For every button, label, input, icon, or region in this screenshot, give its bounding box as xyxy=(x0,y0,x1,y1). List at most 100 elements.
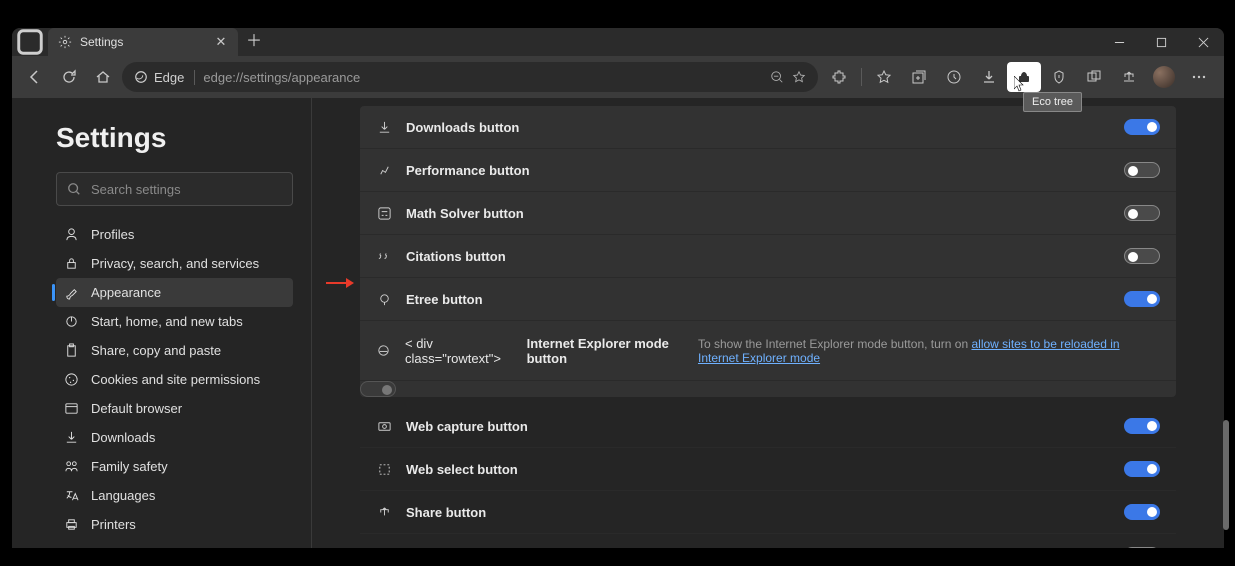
row-web-select-button: Web select button xyxy=(360,448,1176,491)
row-label: Performance button xyxy=(406,163,530,178)
sidebar-item-printers[interactable]: Printers xyxy=(56,510,293,539)
titlebar: Settings ✕ ＋ xyxy=(12,28,1224,56)
row-performance-button: Performance button xyxy=(360,149,1176,192)
share-button[interactable] xyxy=(1112,62,1146,92)
edge-icon xyxy=(134,70,148,84)
toggle-web-select[interactable] xyxy=(1124,461,1160,477)
window-close-button[interactable] xyxy=(1182,28,1224,56)
scrollbar[interactable] xyxy=(1223,90,1231,558)
sidebar-item-default-browser[interactable]: Default browser xyxy=(56,394,293,423)
download-icon xyxy=(64,430,79,445)
tree-icon xyxy=(376,292,392,307)
brush-icon xyxy=(64,285,79,300)
row-label: Web select button xyxy=(406,462,518,477)
system-icon xyxy=(64,546,79,548)
sidebar-item-family[interactable]: Family safety xyxy=(56,452,293,481)
home-button[interactable] xyxy=(88,62,118,92)
row-etree-button: Etree button xyxy=(360,278,1176,321)
toggle-share[interactable] xyxy=(1124,504,1160,520)
scrollbar-thumb[interactable] xyxy=(1223,420,1229,530)
browser-tab[interactable]: Settings ✕ xyxy=(48,28,238,56)
toggle-performance[interactable] xyxy=(1124,162,1160,178)
toggle-ie-mode xyxy=(360,381,396,397)
row-ie-mode-button: < div class="rowtext"> Internet Explorer… xyxy=(360,321,1176,381)
sidebar-item-label: System and performance xyxy=(91,546,236,548)
sidebar-item-start[interactable]: Start, home, and new tabs xyxy=(56,307,293,336)
toggle-web-capture[interactable] xyxy=(1124,418,1160,434)
history-button[interactable] xyxy=(937,62,971,92)
row-label: Etree button xyxy=(406,292,483,307)
favorite-star-icon[interactable] xyxy=(792,70,806,84)
sidebar-item-privacy[interactable]: Privacy, search, and services xyxy=(56,249,293,278)
toggle-downloads[interactable] xyxy=(1124,119,1160,135)
favorites-button[interactable] xyxy=(867,62,901,92)
toggle-etree[interactable] xyxy=(1124,291,1160,307)
profile-icon xyxy=(64,227,79,242)
row-discover-button: Discover button xyxy=(360,534,1176,548)
sidebar-item-label: Appearance xyxy=(91,285,161,300)
sidebar-item-cookies[interactable]: Cookies and site permissions xyxy=(56,365,293,394)
sidebar-item-profiles[interactable]: Profiles xyxy=(56,220,293,249)
menu-button[interactable] xyxy=(1182,62,1216,92)
browser-essentials-button[interactable] xyxy=(1042,62,1076,92)
back-button[interactable] xyxy=(20,62,50,92)
sidebar-item-label: Share, copy and paste xyxy=(91,343,221,358)
tab-actions-button[interactable] xyxy=(12,28,48,56)
settings-main: Downloads button Performance button Math… xyxy=(312,98,1224,548)
share-icon xyxy=(376,505,392,520)
refresh-button[interactable] xyxy=(54,62,84,92)
row-label: Internet Explorer mode button xyxy=(527,336,684,366)
settings-sidebar: Settings Profiles Privacy, search, and s… xyxy=(12,98,312,548)
row-label: Web capture button xyxy=(406,419,528,434)
language-icon xyxy=(64,488,79,503)
row-citations-button: Citations button xyxy=(360,235,1176,278)
new-tab-button[interactable]: ＋ xyxy=(238,28,270,56)
toggle-discover[interactable] xyxy=(1124,547,1160,548)
row-downloads-button: Downloads button xyxy=(360,106,1176,149)
tab-close-button[interactable]: ✕ xyxy=(212,34,230,50)
collections-button[interactable] xyxy=(902,62,936,92)
sidebar-item-downloads[interactable]: Downloads xyxy=(56,423,293,452)
download-icon xyxy=(376,120,392,135)
window-maximize-button[interactable] xyxy=(1140,28,1182,56)
tab-title: Settings xyxy=(80,35,123,49)
row-web-capture-button: Web capture button xyxy=(360,405,1176,448)
row-share-button: Share button xyxy=(360,491,1176,534)
sidebar-item-label: Privacy, search, and services xyxy=(91,256,259,271)
sidebar-item-label: Start, home, and new tabs xyxy=(91,314,243,329)
ie-icon xyxy=(376,343,391,358)
sidebar-item-system[interactable]: System and performance xyxy=(56,539,293,548)
tab-groups-button[interactable] xyxy=(1077,62,1111,92)
row-label: Downloads button xyxy=(406,120,519,135)
square-stack-icon xyxy=(12,28,48,60)
lock-icon xyxy=(64,256,79,271)
sidebar-item-share[interactable]: Share, copy and paste xyxy=(56,336,293,365)
clipboard-icon xyxy=(64,343,79,358)
sidebar-item-appearance[interactable]: Appearance xyxy=(56,278,293,307)
downloads-button[interactable] xyxy=(972,62,1006,92)
sidebar-item-label: Profiles xyxy=(91,227,134,242)
address-bar[interactable]: Edge edge://settings/appearance xyxy=(122,62,818,92)
settings-search[interactable] xyxy=(56,172,293,206)
toggle-math-solver[interactable] xyxy=(1124,205,1160,221)
select-icon xyxy=(376,462,392,477)
toggle-citations[interactable] xyxy=(1124,248,1160,264)
sidebar-item-languages[interactable]: Languages xyxy=(56,481,293,510)
tooltip-eco-tree: Eco tree xyxy=(1023,92,1082,112)
search-input[interactable] xyxy=(91,182,282,197)
profile-avatar[interactable] xyxy=(1153,66,1175,88)
window-minimize-button[interactable] xyxy=(1098,28,1140,56)
sidebar-item-label: Languages xyxy=(91,488,155,503)
toolbar-buttons-list: Downloads button Performance button Math… xyxy=(360,106,1176,397)
quote-icon xyxy=(376,249,392,264)
power-icon xyxy=(64,314,79,329)
zoom-out-icon[interactable] xyxy=(770,70,784,84)
sidebar-item-label: Family safety xyxy=(91,459,168,474)
discover-icon xyxy=(376,548,392,549)
row-math-solver-button: Math Solver button xyxy=(360,192,1176,235)
address-badge: Edge xyxy=(154,70,184,85)
printer-icon xyxy=(64,517,79,532)
family-icon xyxy=(64,459,79,474)
row-label: Math Solver button xyxy=(406,206,524,221)
extensions-button[interactable] xyxy=(822,62,856,92)
